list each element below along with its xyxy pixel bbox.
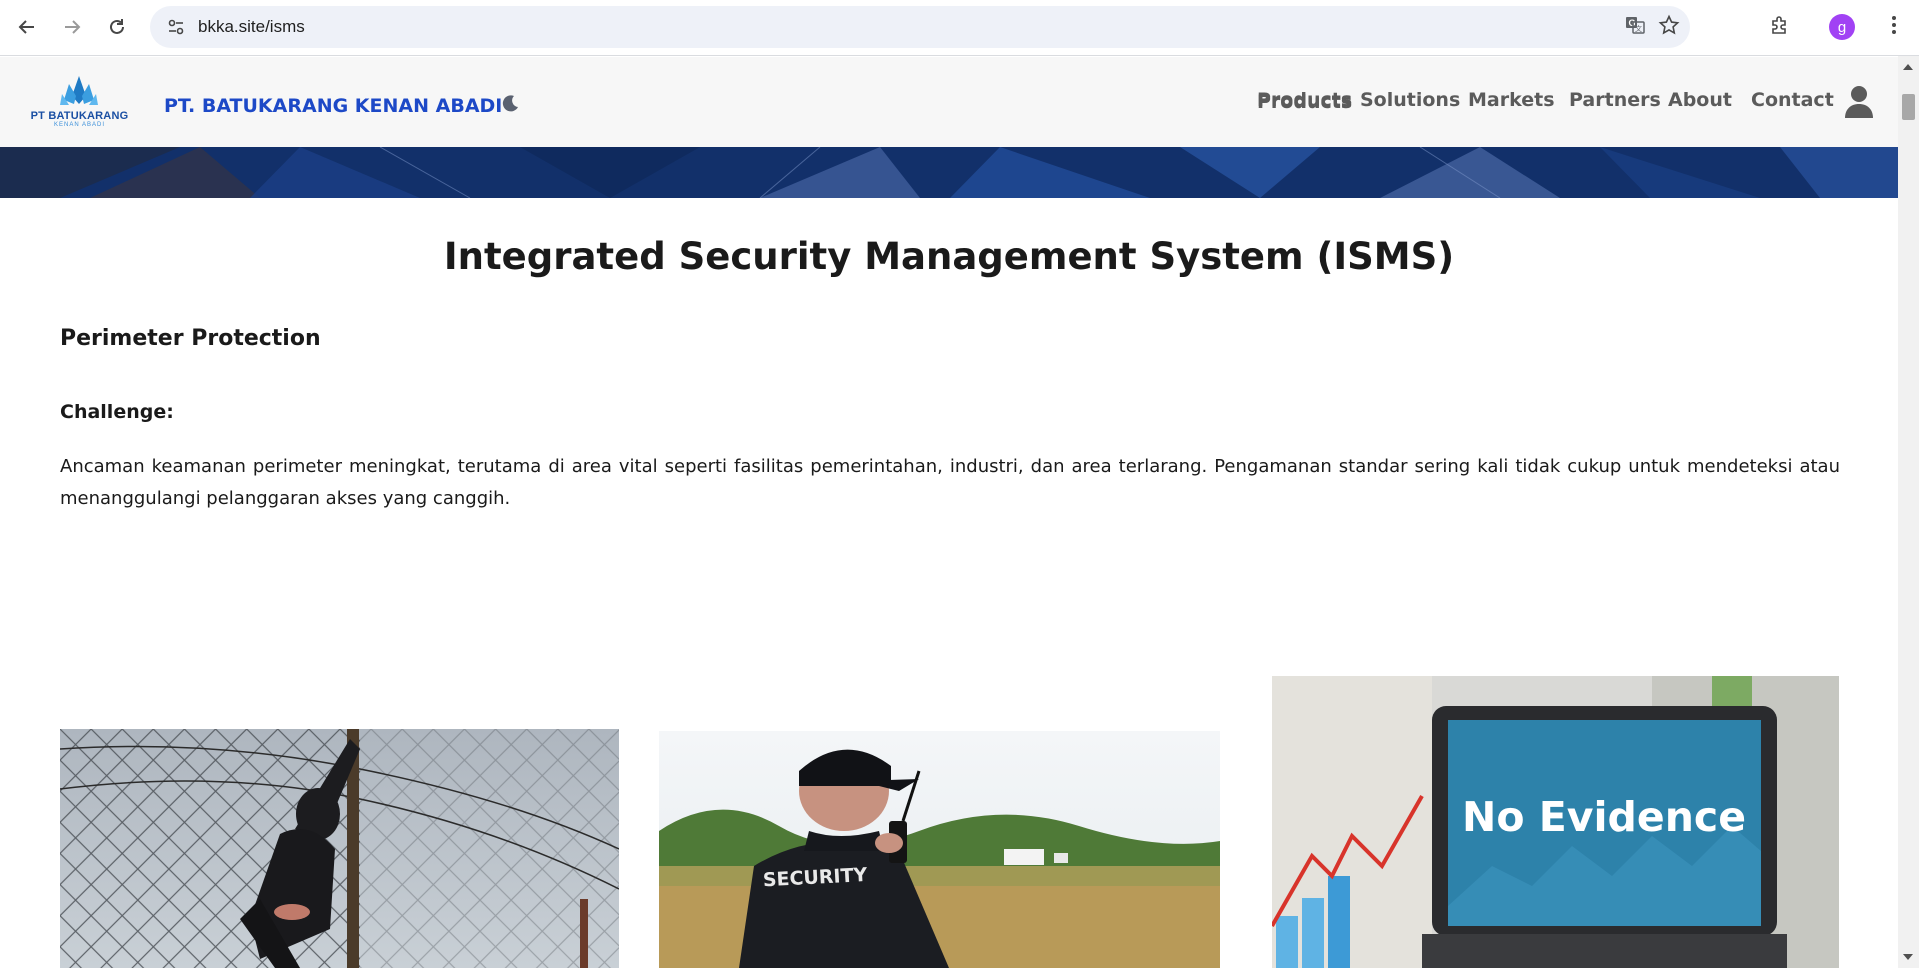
back-button[interactable]	[10, 10, 44, 44]
nav-about-link[interactable]: About	[1668, 89, 1732, 111]
company-logo[interactable]: PT BATUKARANG KENAN ABADI	[22, 74, 137, 130]
reload-button[interactable]	[100, 10, 134, 44]
back-arrow-icon	[18, 20, 34, 34]
security-guard-image: SECURITY	[659, 731, 1220, 968]
logo-subtext: KENAN ABADI	[53, 122, 105, 128]
browser-toolbar: bkka.site/isms G文 g	[0, 0, 1919, 56]
user-icon	[1845, 86, 1873, 118]
nav-products-link[interactable]: Products	[1257, 89, 1352, 111]
page-scrollbar[interactable]	[1898, 56, 1919, 968]
banner-pattern	[0, 147, 1898, 198]
moon-icon	[502, 95, 518, 112]
logo-text: PT BATUKARANG	[30, 110, 129, 122]
forward-button[interactable]	[55, 10, 89, 44]
site-header: PT BATUKARANG KENAN ABADI PT. BATUKARANG…	[0, 57, 1898, 147]
brand-name[interactable]: PT. BATUKARANG KENAN ABADI	[164, 95, 502, 117]
no-evidence-laptop-image: No Evidence	[1272, 676, 1839, 968]
dark-mode-toggle[interactable]	[500, 93, 520, 117]
challenge-label: Challenge:	[60, 401, 174, 423]
svg-text:文: 文	[1635, 24, 1642, 33]
scroll-down-icon[interactable]	[1903, 954, 1913, 960]
page-title: Integrated Security Management System (I…	[443, 235, 1455, 278]
url-text[interactable]: bkka.site/isms	[198, 17, 305, 37]
profile-avatar[interactable]: g	[1829, 14, 1855, 40]
forward-arrow-icon	[65, 20, 81, 34]
translate-icon[interactable]: G文	[1624, 14, 1646, 40]
scroll-up-icon[interactable]	[1903, 64, 1913, 70]
extensions-icon[interactable]	[1769, 14, 1791, 40]
browser-actions: g	[1769, 6, 1919, 48]
hero-banner	[0, 147, 1898, 198]
more-menu-icon[interactable]	[1891, 15, 1897, 39]
fence-intruder-image	[60, 729, 619, 968]
nav-solutions-link[interactable]: Solutions	[1360, 89, 1460, 111]
site-info-icon[interactable]	[156, 6, 196, 48]
bookmark-star-icon[interactable]	[1658, 14, 1680, 40]
challenge-text: Ancaman keamanan perimeter meningkat, te…	[60, 456, 1840, 509]
address-bar[interactable]: bkka.site/isms G文	[150, 6, 1690, 48]
nav-partners-link[interactable]: Partners	[1569, 89, 1661, 111]
reload-icon	[110, 19, 124, 34]
section-title: Perimeter Protection	[60, 326, 321, 351]
no-evidence-caption: No Evidence	[1462, 793, 1746, 841]
scroll-thumb[interactable]	[1902, 94, 1915, 120]
nav-markets-link[interactable]: Markets	[1468, 89, 1555, 111]
logo-mark-icon	[60, 76, 98, 105]
nav-contact-link[interactable]: Contact	[1751, 89, 1834, 111]
user-account-button[interactable]	[1844, 85, 1874, 123]
